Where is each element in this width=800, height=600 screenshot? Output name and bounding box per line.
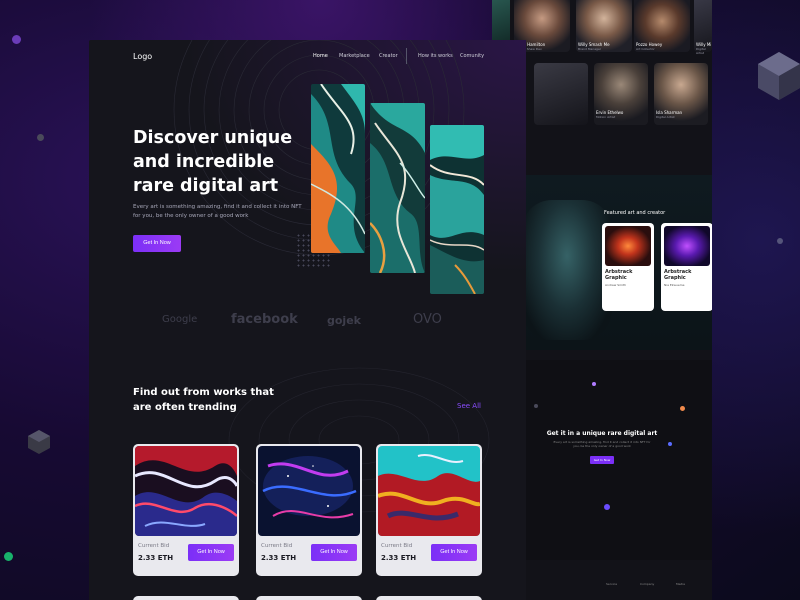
featured-card-name: Arbstrack Graphic <box>605 269 633 281</box>
creator-photo <box>534 63 588 125</box>
creator-role: Digital Artist <box>656 115 675 119</box>
nav-divider <box>406 48 407 64</box>
nft-card[interactable] <box>133 596 239 600</box>
decor-dot <box>4 552 13 561</box>
decor-dot <box>37 134 44 141</box>
featured-card[interactable]: Arbstrack Graphic Nia Ekwueme <box>661 223 712 311</box>
hero-art-panel <box>311 84 365 253</box>
decor-dot <box>680 406 685 411</box>
footer-column-title: Service <box>606 582 618 586</box>
nav-link-community[interactable]: Comunity <box>460 53 484 59</box>
main-landing-page: Logo Home Marketplace Creator How its wo… <box>89 40 526 600</box>
hero-art-panel <box>430 125 484 294</box>
logo[interactable]: Logo <box>133 52 152 61</box>
nft-card[interactable] <box>376 596 482 600</box>
decor-dot <box>592 382 596 386</box>
partner-logo-gojek: gojek <box>327 314 361 327</box>
decor-dot <box>604 504 610 510</box>
decor-dot <box>12 35 21 44</box>
get-in-now-button[interactable]: Get In Now <box>133 235 181 252</box>
cta-subtitle: Every art is something amazing, find it … <box>553 440 651 448</box>
partner-logo-facebook: facebook <box>231 312 298 327</box>
nft-artwork <box>258 446 360 536</box>
get-in-now-button[interactable]: Get In Now <box>311 544 357 561</box>
nav-link-marketplace[interactable]: Marketplace <box>339 53 370 59</box>
decor-dot <box>777 238 783 244</box>
featured-card-name: Arbstrack Graphic <box>664 269 692 281</box>
get-in-now-button[interactable]: Get In Now <box>188 544 234 561</box>
nft-card[interactable] <box>256 596 362 600</box>
featured-card[interactable]: Arbstrack Graphic Andrew Smith <box>602 223 654 311</box>
featured-card-owner: Andrew Smith <box>605 283 627 287</box>
creator-role: Art Collector <box>636 47 655 51</box>
creator-role: Digital Artist <box>696 47 706 55</box>
current-bid-value: 2.33 ETH <box>261 554 297 562</box>
current-bid-value: 2.33 ETH <box>138 554 174 562</box>
cta-button[interactable]: Get In Now <box>590 456 614 464</box>
featured-card-owner: Nia Ekwueme <box>664 283 685 287</box>
nft-card[interactable]: Current Bid 2.33 ETH Get In Now <box>376 444 482 576</box>
decor-dot <box>534 404 538 408</box>
nft-card[interactable]: Current Bid 2.33 ETH Get In Now <box>256 444 362 576</box>
see-all-link[interactable]: See All <box>457 402 481 410</box>
footer-column-title: Media <box>676 582 686 586</box>
partner-logo-ovo: OVO <box>413 312 442 327</box>
cube-icon <box>28 430 50 454</box>
nav-link-creator[interactable]: Creator <box>379 53 398 59</box>
nft-artwork <box>135 446 237 536</box>
hero-subtitle: Every art is something amazing, find it … <box>133 204 302 219</box>
featured-art <box>605 226 651 266</box>
current-bid-label: Current Bid <box>138 543 170 549</box>
decor-dot <box>668 442 672 446</box>
current-bid-label: Current Bid <box>381 543 413 549</box>
featured-art <box>664 226 710 266</box>
nft-artwork <box>378 446 480 536</box>
partner-logo-google: Google <box>162 314 198 325</box>
current-bid-value: 2.33 ETH <box>381 554 417 562</box>
nft-card[interactable]: Current Bid 2.33 ETH Get In Now <box>133 444 239 576</box>
creator-role: Brand Manager <box>578 47 602 51</box>
featured-title: Featured art and creator <box>604 210 666 216</box>
current-bid-label: Current Bid <box>261 543 293 549</box>
featured-portrait <box>522 200 612 340</box>
get-in-now-button[interactable]: Get In Now <box>431 544 477 561</box>
nav-link-how-it-works[interactable]: How its works <box>418 53 453 59</box>
nav-link-home[interactable]: Home <box>313 53 328 59</box>
cube-icon <box>758 52 800 100</box>
trending-title: Find out from works that are often trend… <box>133 387 274 413</box>
footer-column-title: Company <box>640 582 655 586</box>
hero-title: Discover unique and incredible rare digi… <box>133 128 293 196</box>
hero-art-panel <box>370 103 425 273</box>
creator-role: Motion Artist <box>596 115 616 119</box>
